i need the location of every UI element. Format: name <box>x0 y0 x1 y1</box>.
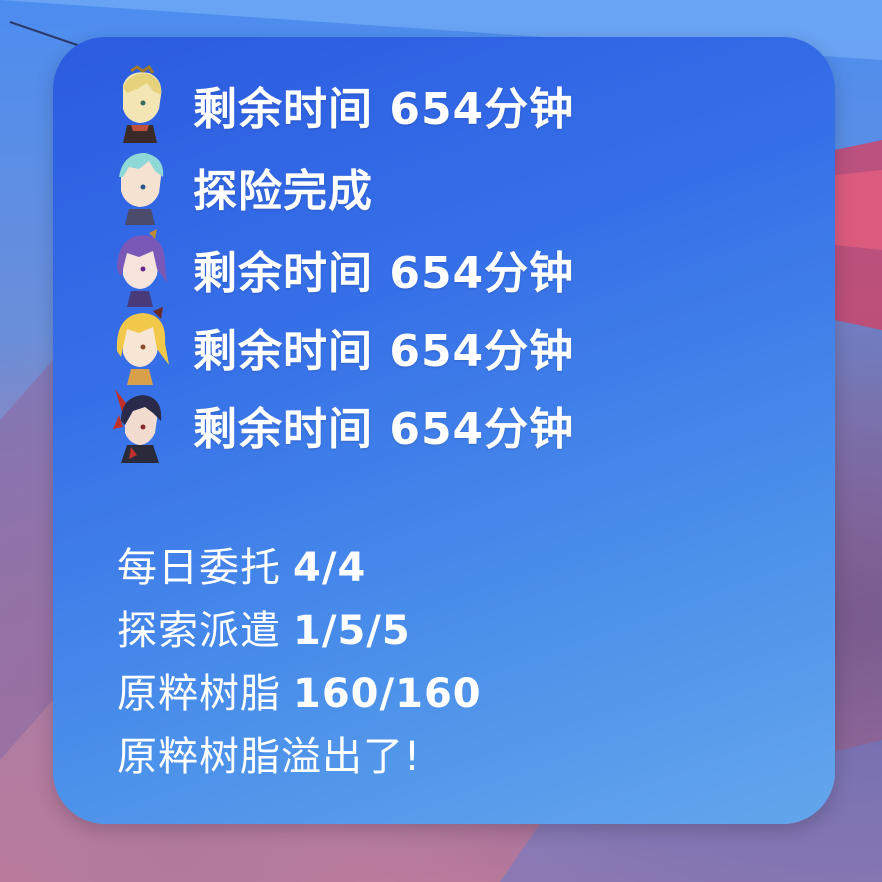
red-black-character-avatar-icon <box>109 385 171 465</box>
expedition-status-label: 剩余时间 <box>193 404 373 455</box>
expedition-status-label: 探险完成 <box>193 166 373 217</box>
resin-overflow-label: 原粹树脂溢出了! <box>117 734 422 780</box>
original-resin-value: 160/160 <box>293 671 482 717</box>
expedition-status: 剩余时间 654分钟 <box>193 393 574 457</box>
purple-hair-character-avatar-icon <box>109 229 171 309</box>
expedition-remaining-time: 654分钟 <box>389 84 575 135</box>
original-resin-label: 原粹树脂 <box>117 671 281 717</box>
expedition-row: 剩余时间 654分钟 <box>109 229 574 309</box>
genshin-resin-widget[interactable]: 剩余时间 654分钟 探险完成 剩余时间 654分钟 剩余时间 654分钟 剩余… <box>53 37 835 824</box>
expedition-status: 探险完成 <box>193 155 373 219</box>
expedition-dispatch-label: 探索派遣 <box>117 608 281 654</box>
yellow-hair-character-avatar-icon <box>109 307 171 387</box>
expedition-remaining-time: 654分钟 <box>389 404 575 455</box>
resin-overflow-warning: 原粹树脂溢出了! <box>117 724 421 782</box>
daily-commissions-stat: 每日委托 4/4 <box>117 535 366 593</box>
expedition-row: 剩余时间 654分钟 <box>109 65 574 145</box>
expedition-remaining-time: 654分钟 <box>389 248 575 299</box>
expedition-dispatch-stat: 探索派遣 1/5/5 <box>117 598 411 656</box>
expedition-status: 剩余时间 654分钟 <box>193 237 574 301</box>
expedition-remaining-time: 654分钟 <box>389 326 575 377</box>
expedition-row: 探险完成 <box>109 147 373 227</box>
teal-hair-character-avatar-icon <box>109 147 171 227</box>
expedition-dispatch-value: 1/5/5 <box>293 608 411 654</box>
blonde-character-avatar-icon <box>109 65 171 145</box>
expedition-status: 剩余时间 654分钟 <box>193 315 574 379</box>
expedition-status: 剩余时间 654分钟 <box>193 73 574 137</box>
daily-commissions-label: 每日委托 <box>117 545 281 591</box>
expedition-status-label: 剩余时间 <box>193 326 373 377</box>
expedition-status-label: 剩余时间 <box>193 248 373 299</box>
original-resin-stat: 原粹树脂 160/160 <box>117 661 482 719</box>
expedition-status-label: 剩余时间 <box>193 84 373 135</box>
expedition-row: 剩余时间 654分钟 <box>109 307 574 387</box>
daily-commissions-value: 4/4 <box>293 545 367 591</box>
expedition-row: 剩余时间 654分钟 <box>109 385 574 465</box>
